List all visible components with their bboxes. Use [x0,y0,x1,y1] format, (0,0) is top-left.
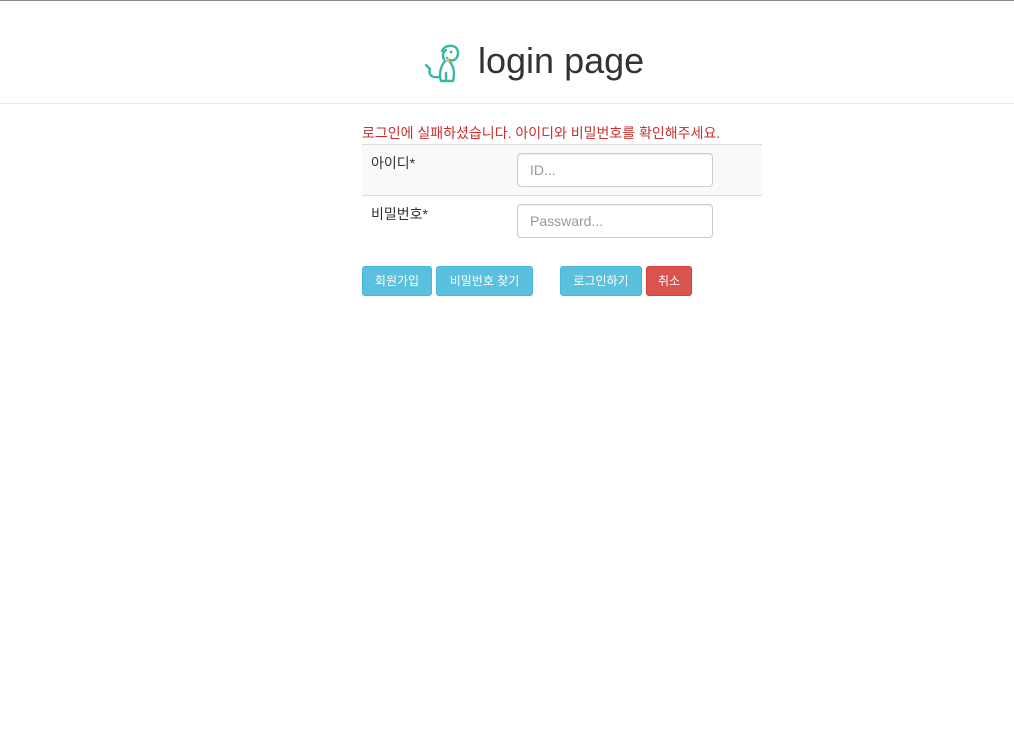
cancel-button[interactable]: 취소 [646,266,692,296]
password-row: 비밀번호* [362,195,762,247]
dog-icon [420,41,466,87]
id-row: 아이디* [362,144,762,196]
id-label: 아이디* [371,155,416,171]
login-button[interactable]: 로그인하기 [560,266,642,296]
login-error-message: 로그인에 실패하셨습니다. 아이디와 비밀번호를 확인해주세요. [362,125,721,141]
page-title: login page [478,40,645,81]
join-button[interactable]: 회원가입 [362,266,432,296]
password-input[interactable] [517,204,713,238]
password-label: 비밀번호* [371,206,428,222]
id-input[interactable] [517,153,713,187]
find-password-button[interactable]: 비밀번호 찾기 [436,266,533,296]
page-header: login page [0,1,1014,104]
